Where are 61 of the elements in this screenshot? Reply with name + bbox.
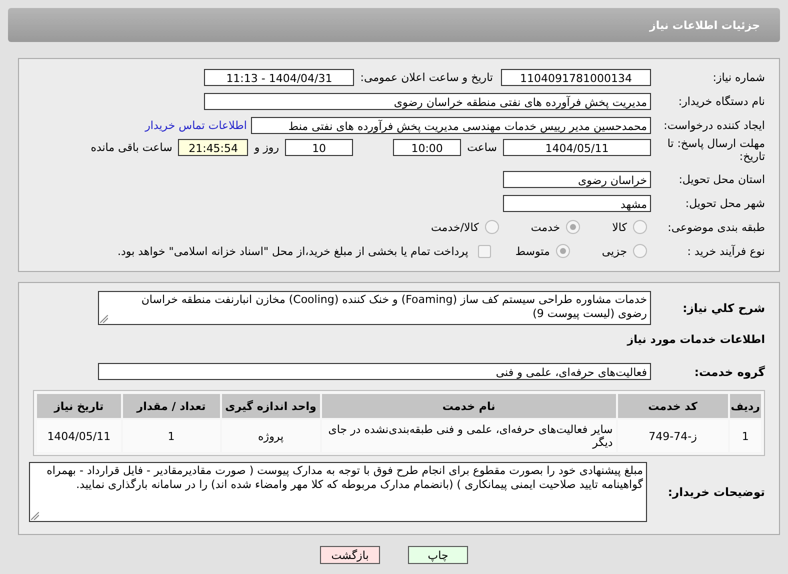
field-label: توضیحات خریدار: (666, 485, 766, 499)
field-label: نوع فرآیند خرید : (686, 244, 766, 258)
section-title: اطلاعات خدمات مورد نیاز (626, 332, 766, 348)
field-label: طبقه بندی موضوعی: (666, 220, 766, 234)
table-cell: ز-74-749 (618, 420, 728, 452)
table-cell: 1 (730, 420, 761, 452)
countdown-field: 21:45:54 (178, 139, 248, 156)
table-cell: سایر فعالیت‌های حرفه‌ای، علمی و فنی طبقه‌بندی‌نشده در جای دیگر (322, 420, 616, 452)
value-field[interactable]: مدیریت پخش فرآورده های نفتی منطقه خراسان رضوی (204, 92, 651, 110)
value-field[interactable]: محمدحسین مدیر رییس خدمات مهندسی مدیریت پخش فرآورده های نفتی منط (251, 116, 651, 134)
print-button[interactable]: چاپ (408, 546, 468, 564)
radio-button[interactable] (556, 244, 570, 258)
resize-grip-icon[interactable] (100, 315, 108, 323)
column-header: تعداد / مقدار (122, 394, 220, 418)
value-field[interactable]: 10:00 (393, 139, 462, 156)
value-field[interactable]: خراسان رضوی (503, 170, 651, 188)
field-label: متوسط (515, 244, 550, 258)
field-label: کالا/خدمت (431, 220, 479, 234)
column-header: ردیف (730, 394, 761, 418)
field-label: نام دستگاه خریدار: (677, 94, 766, 108)
field-label: روز و (254, 141, 280, 154)
field-label: مهلت ارسال پاسخ: تا تاریخ: (666, 137, 766, 163)
field-label: تاریخ و ساعت اعلان عمومی: (360, 70, 493, 84)
table-cell: پروژه (222, 420, 320, 452)
column-header: کد خدمت (618, 394, 728, 418)
radio-button[interactable] (484, 220, 499, 234)
field-label: شماره نیاز: (712, 70, 766, 84)
field-label: ساعت باقی مانده (90, 141, 172, 154)
value-field[interactable]: فعالیت‌های حرفه‌ای، علمی و فنی (98, 363, 651, 380)
field-label: ایجاد کننده درخواست: (662, 118, 766, 132)
value-field[interactable]: 1104091781000134 (501, 68, 651, 86)
field-label: جزیی (602, 244, 627, 258)
page-title: جزئیات اطلاعات نیاز (650, 18, 760, 32)
value-field[interactable]: 10 (285, 139, 354, 156)
field-label: خدمت (530, 220, 560, 234)
field-label: پرداخت تمام یا بخشی از مبلغ خرید،از محل "اسناد خزانه اسلامی" خواهد بود. (118, 244, 468, 258)
checkbox[interactable] (478, 244, 492, 258)
value-field[interactable]: 1404/04/31 - 11:13 (204, 68, 354, 86)
column-header: تاریخ نیاز (37, 394, 121, 418)
contact-link[interactable]: اطلاعات تماس خریدار (145, 118, 247, 132)
radio-button[interactable] (566, 220, 580, 234)
value-field[interactable]: مشهد (503, 194, 651, 212)
table-cell: 1404/05/11 (37, 420, 121, 452)
radio-button[interactable] (633, 220, 647, 234)
back-button[interactable]: بازگشت (320, 546, 380, 564)
column-header: واحد اندازه گیری (222, 394, 320, 418)
radio-button[interactable] (633, 244, 647, 258)
table-cell: 1 (122, 420, 220, 452)
notes-field[interactable] (29, 462, 647, 522)
field-label: ساعت (467, 141, 497, 154)
field-label: شرح کلي نياز: (682, 301, 766, 315)
field-label: کالا (612, 220, 627, 234)
column-header: نام خدمت (322, 394, 616, 418)
notes-text: مبلغ پیشنهادی خود را بصورت مقطوع برای انجام طرح فوق با توجه به مدارک پیوست ( صورت مقادیرمقادیر - فایل قرارداد - بهمراه گواهینامه تایید صلاحیت ایمنی پیمانکاری ) (بانضمام مدارک مربوطه که کلا مهر وامضاء شده اند) را در سامانه بارگذاری نمایید. (46, 464, 643, 491)
description-text: خدمات مشاوره طراحی سیستم کف ساز (Foaming) و خنک کننده (Cooling) مخازن انبارنفت منطقه خراسان رضوی (لیست پیوست 9) (141, 293, 647, 320)
resize-grip-icon[interactable] (31, 512, 39, 520)
description-field[interactable]: خدمات مشاوره طراحی سیستم کف ساز (Foaming) و خنک کننده (Cooling) مخازن انبارنفت منطقه خراسان رضوی (لیست پیوست 9) (98, 291, 651, 325)
field-label: استان محل تحویل: (678, 172, 766, 186)
field-label: گروه خدمت: (693, 364, 766, 378)
value-field[interactable]: 1404/05/11 (503, 139, 651, 156)
field-label: شهر محل تحویل: (684, 196, 766, 210)
